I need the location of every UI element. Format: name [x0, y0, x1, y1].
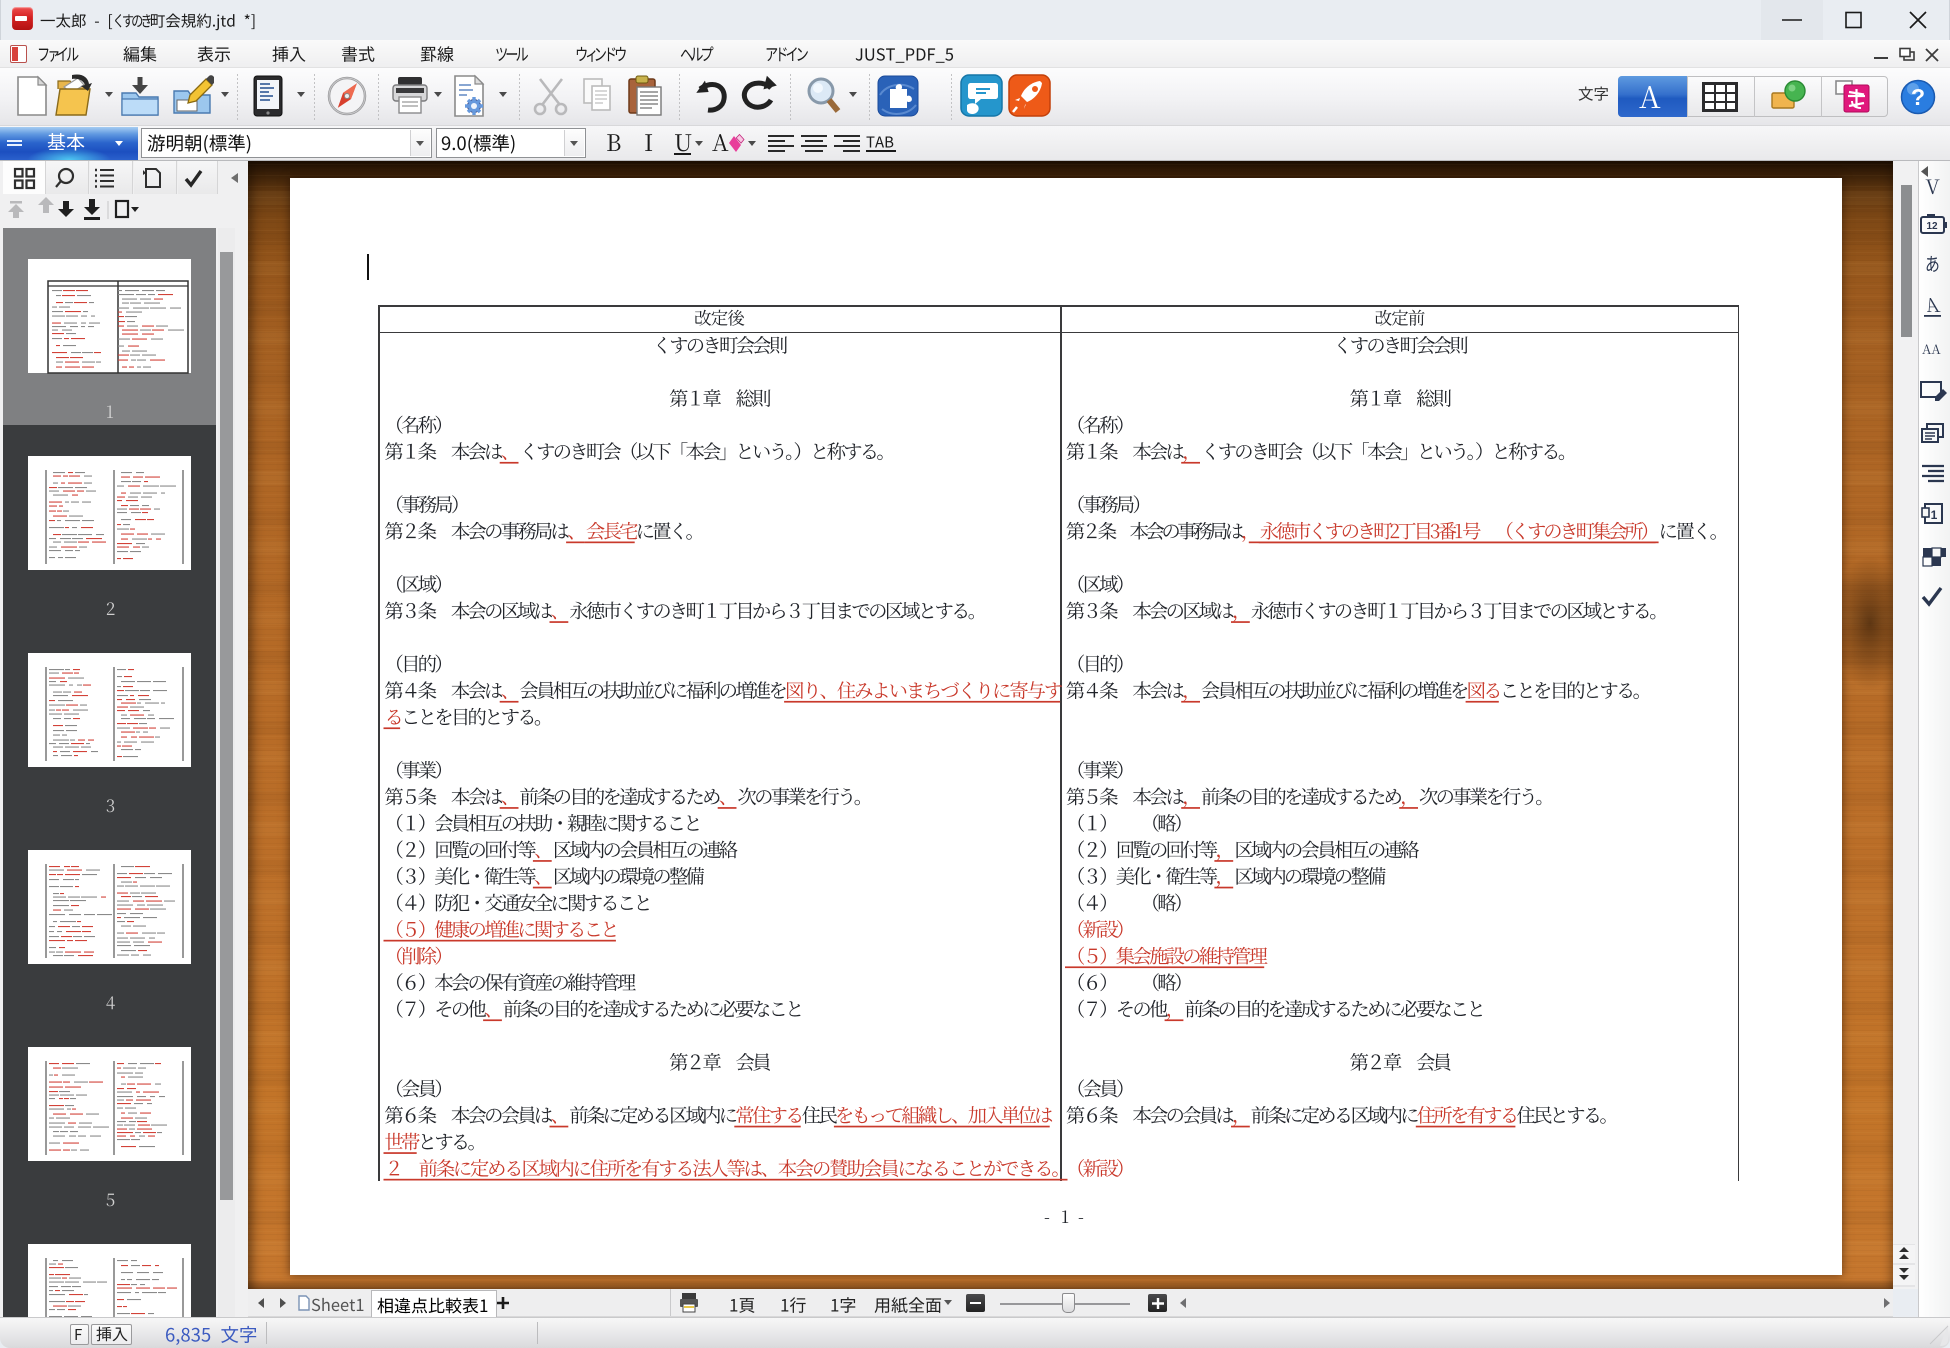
svg-text:1: 1: [1931, 508, 1938, 522]
svg-text:12: 12: [1926, 221, 1938, 232]
